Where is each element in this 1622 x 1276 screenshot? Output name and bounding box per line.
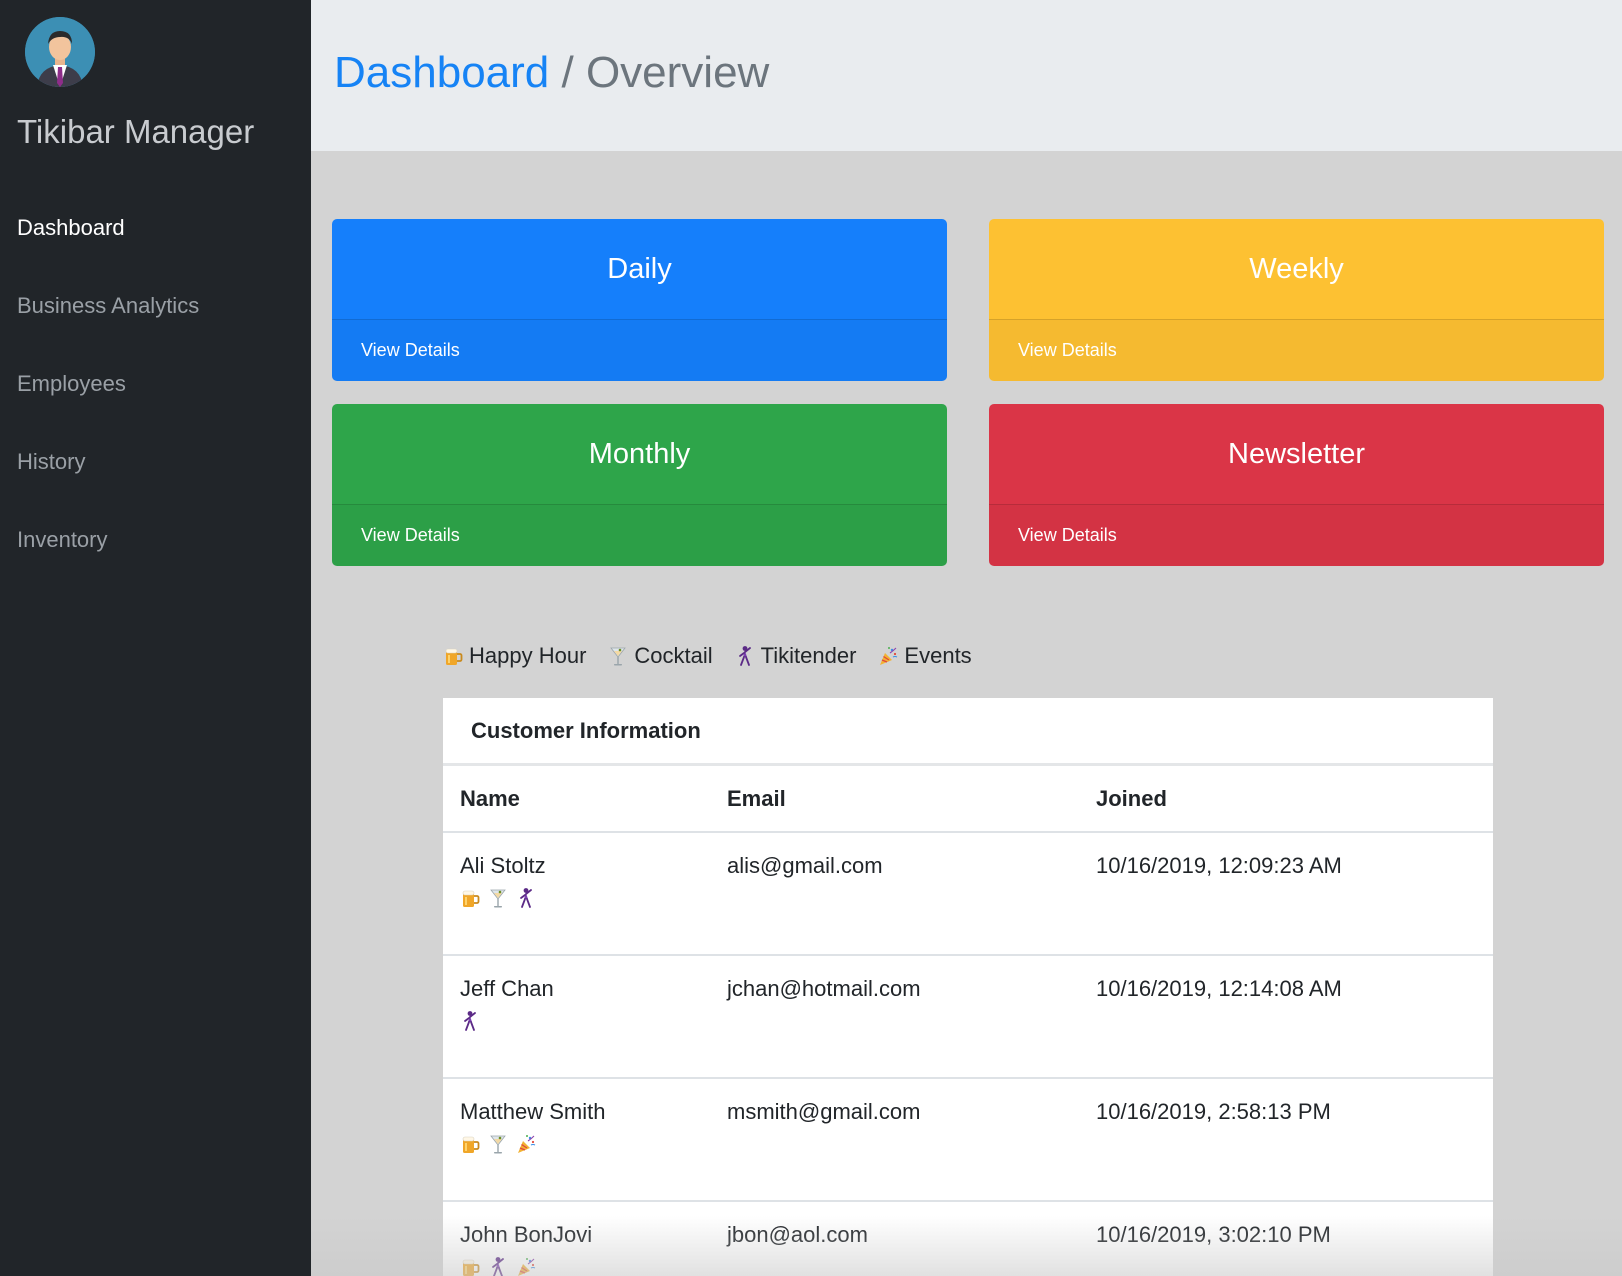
legend-tikitender[interactable]: Tikitender [735,643,857,669]
customer-joined: 10/16/2019, 12:14:08 AM [1096,976,1342,1001]
page-header: Dashboard / Overview [311,0,1622,151]
cocktail-glass-icon [488,887,508,909]
legend-happy-hour[interactable]: Happy Hour [443,643,586,669]
sidebar-item-inventory[interactable]: Inventory [17,512,199,590]
legend-cocktail[interactable]: Cocktail [608,643,713,669]
card-title: Daily [607,252,672,285]
customer-email: jbon@aol.com [727,1222,868,1247]
app: Tikibar Manager Dashboard Business Analy… [0,0,1622,1276]
column-header-email[interactable]: Email [727,786,1096,812]
column-header-joined[interactable]: Joined [1096,786,1510,812]
legend-label: Happy Hour [469,643,587,668]
customer-table-card: Customer Information Name Email Joined A… [443,698,1493,1276]
party-popper-icon [516,1133,536,1155]
customer-name: John BonJovi [460,1222,593,1247]
customer-tags [460,1256,727,1276]
view-details-link[interactable]: View Details [332,319,947,381]
breadcrumb-link-dashboard[interactable]: Dashboard [334,48,549,97]
customer-name-cell: Ali Stoltz [460,853,727,954]
customer-email: jchan@hotmail.com [727,976,921,1001]
sidebar-nav: Dashboard Business Analytics Employees H… [17,200,199,590]
customer-joined: 10/16/2019, 12:09:23 AM [1096,853,1342,878]
card-monthly: Monthly View Details [332,404,947,566]
legend-label: Tikitender [760,643,857,668]
card-newsletter: Newsletter View Details [989,404,1604,566]
table-row[interactable]: Matthew Smith msmith@gmail.com 10/16/201… [443,1079,1493,1202]
customer-name: Matthew Smith [460,1099,606,1124]
card-weekly: Weekly View Details [989,219,1604,381]
view-details-link[interactable]: View Details [332,504,947,566]
table-row[interactable]: Jeff Chan jchan@hotmail.com 10/16/2019, … [443,956,1493,1079]
view-details-link[interactable]: View Details [989,319,1604,381]
card-title: Monthly [588,437,691,470]
party-popper-icon [516,1256,536,1276]
main-content: Dashboard / Overview Daily View Details … [311,0,1622,1276]
table-row[interactable]: Ali Stoltz alis@gmail.com 10/16/2019, 12… [443,833,1493,956]
view-details-link[interactable]: View Details [989,504,1604,566]
avatar[interactable] [25,17,95,87]
tag-legend: Happy Hour Cocktail Tikitender Events [443,643,994,669]
customer-name: Ali Stoltz [460,853,546,878]
summary-cards: Daily View Details Weekly View Details M… [332,219,1616,566]
customer-name-cell: John BonJovi [460,1222,727,1276]
card-title: Weekly [1249,252,1344,285]
dancer-icon [516,887,536,909]
customer-joined: 10/16/2019, 3:02:10 PM [1096,1222,1331,1247]
customer-tags [460,1010,727,1032]
customer-name-cell: Jeff Chan [460,976,727,1077]
beer-mug-icon [460,1133,480,1155]
app-title: Tikibar Manager [17,113,255,150]
customer-tags [460,1133,727,1155]
party-popper-icon [878,645,898,667]
customer-tags [460,887,727,909]
beer-mug-icon [443,645,463,667]
cocktail-glass-icon [608,645,628,667]
breadcrumb: Dashboard / Overview [334,48,769,104]
sidebar-item-history[interactable]: History [17,434,199,512]
sidebar-item-business-analytics[interactable]: Business Analytics [17,278,199,356]
beer-mug-icon [460,1256,480,1276]
dancer-icon [460,1010,480,1032]
customer-email: msmith@gmail.com [727,1099,921,1124]
card-daily: Daily View Details [332,219,947,381]
legend-label: Events [904,643,972,668]
cocktail-glass-icon [488,1133,508,1155]
card-title: Newsletter [1228,437,1365,470]
customer-name-cell: Matthew Smith [460,1099,727,1200]
sidebar: Tikibar Manager Dashboard Business Analy… [0,0,311,1276]
legend-label: Cocktail [634,643,713,668]
customer-table-title: Customer Information [443,698,1493,766]
customer-name: Jeff Chan [460,976,554,1001]
legend-events[interactable]: Events [878,643,972,669]
breadcrumb-current: Overview [585,47,770,97]
table-header-row: Name Email Joined [443,766,1493,833]
breadcrumb-separator: / [549,47,586,97]
customer-joined: 10/16/2019, 2:58:13 PM [1096,1099,1331,1124]
column-header-name[interactable]: Name [460,786,727,812]
sidebar-item-dashboard[interactable]: Dashboard [17,200,199,278]
sidebar-item-employees[interactable]: Employees [17,356,199,434]
beer-mug-icon [460,887,480,909]
dancer-icon [488,1256,508,1276]
dancer-icon [735,645,755,667]
table-row[interactable]: John BonJovi jbon@aol.com 10/16/2019, 3:… [443,1202,1493,1276]
customer-email: alis@gmail.com [727,853,883,878]
